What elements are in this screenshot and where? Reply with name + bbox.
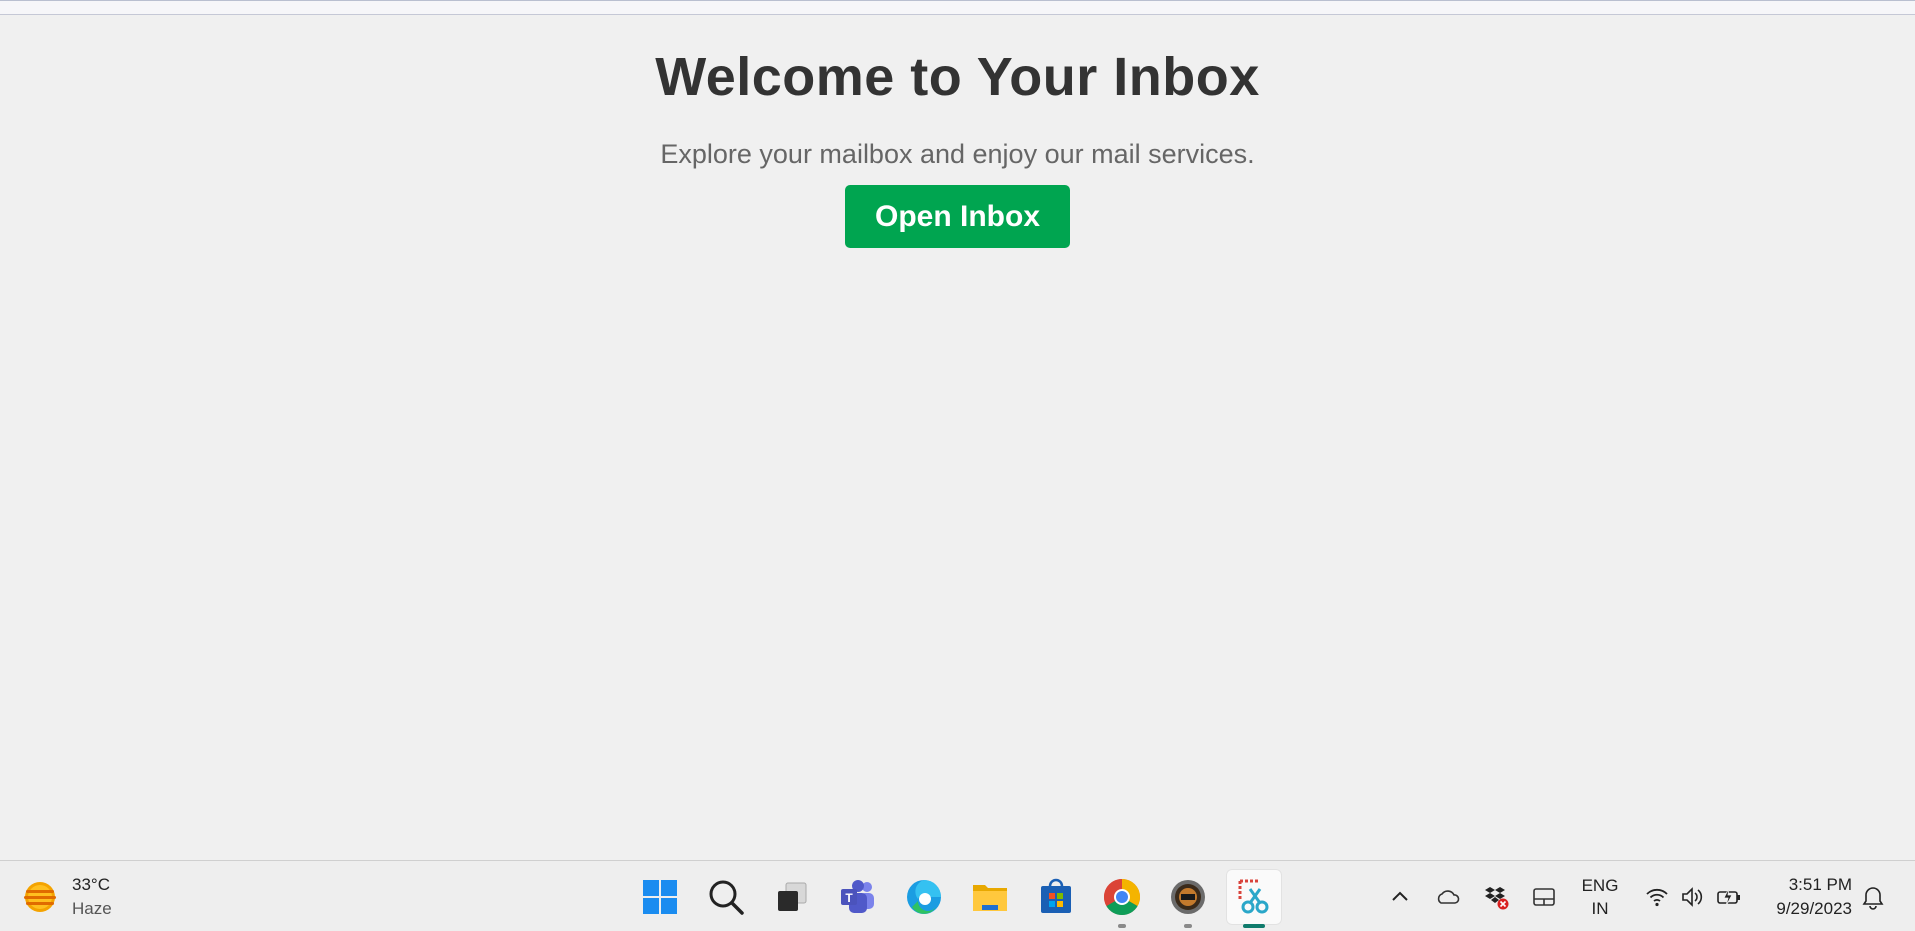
running-indicator xyxy=(1118,924,1126,928)
language-line-1: ENG xyxy=(1581,876,1619,895)
onedrive-button[interactable] xyxy=(1433,882,1463,912)
tray-overflow xyxy=(1385,869,1559,925)
language-line-2: IN xyxy=(1591,899,1609,918)
open-inbox-button[interactable]: Open Inbox xyxy=(845,185,1070,248)
volume-status xyxy=(1678,882,1708,912)
bell-icon[interactable] xyxy=(1860,885,1886,911)
weather-text: 33°C Haze xyxy=(72,873,112,921)
edge-icon xyxy=(907,880,941,914)
active-indicator xyxy=(1243,924,1265,928)
taskbar-apps: T xyxy=(632,869,1292,928)
start-icon xyxy=(643,880,677,914)
teams-icon: T xyxy=(841,880,874,913)
clock-time: 3:51 PM xyxy=(1788,875,1852,894)
store-button[interactable] xyxy=(1028,869,1084,925)
clock-button[interactable]: 3:51 PM 9/29/2023 xyxy=(1750,873,1852,921)
touchpad-button[interactable] xyxy=(1529,882,1559,912)
search-button[interactable] xyxy=(698,869,754,925)
page-title: Welcome to Your Inbox xyxy=(655,47,1260,107)
chrome-button[interactable] xyxy=(1094,869,1150,928)
onedrive-cloud-icon xyxy=(1437,890,1460,904)
touchpad-icon xyxy=(1533,888,1555,906)
top-border xyxy=(0,1,1915,15)
wifi-status xyxy=(1642,882,1672,912)
gear-app-icon xyxy=(1171,880,1205,914)
browser-page: Welcome to Your Inbox Explore your mailb… xyxy=(0,0,1915,860)
volume-icon xyxy=(1682,887,1703,907)
dropbox-error-icon xyxy=(1485,887,1509,910)
running-indicator xyxy=(1184,924,1192,928)
battery-status xyxy=(1714,882,1744,912)
battery-charging-icon xyxy=(1717,887,1740,907)
taskbar: 33°C Haze T ENG IN 3:51 PM 9/29/2023 xyxy=(0,860,1915,931)
clock-date: 9/29/2023 xyxy=(1776,899,1852,918)
welcome-section: Welcome to Your Inbox Explore your mailb… xyxy=(0,41,1915,248)
dropbox-button[interactable] xyxy=(1481,882,1511,912)
page-subtitle: Explore your mailbox and enjoy our mail … xyxy=(660,139,1255,169)
snipping-tool-button[interactable] xyxy=(1226,869,1282,928)
teams-button[interactable]: T xyxy=(830,869,886,925)
chevron-up-icon xyxy=(1392,891,1408,901)
search-icon xyxy=(709,880,744,915)
weather-temperature: 33°C xyxy=(72,875,110,894)
edge-button[interactable] xyxy=(896,869,952,925)
store-icon xyxy=(1041,878,1071,913)
haze-sun-icon xyxy=(24,882,56,912)
task-view-button[interactable] xyxy=(764,869,820,925)
input-language-button[interactable]: ENG IN xyxy=(1575,874,1625,920)
chrome-icon xyxy=(1103,879,1141,916)
show-hidden-icons-button[interactable] xyxy=(1385,882,1415,912)
svg-text:T: T xyxy=(845,891,853,905)
task-view-icon xyxy=(778,882,807,911)
start-button[interactable] xyxy=(632,869,688,925)
quick-settings-button[interactable] xyxy=(1642,869,1744,925)
wifi-icon xyxy=(1646,888,1668,907)
weather-condition: Haze xyxy=(72,899,112,918)
snipping-tool-icon xyxy=(1238,879,1269,914)
file-explorer-icon xyxy=(973,885,1007,911)
gear-app-button[interactable] xyxy=(1160,869,1216,928)
weather-widget[interactable]: 33°C Haze xyxy=(20,871,112,923)
file-explorer-button[interactable] xyxy=(962,869,1018,925)
